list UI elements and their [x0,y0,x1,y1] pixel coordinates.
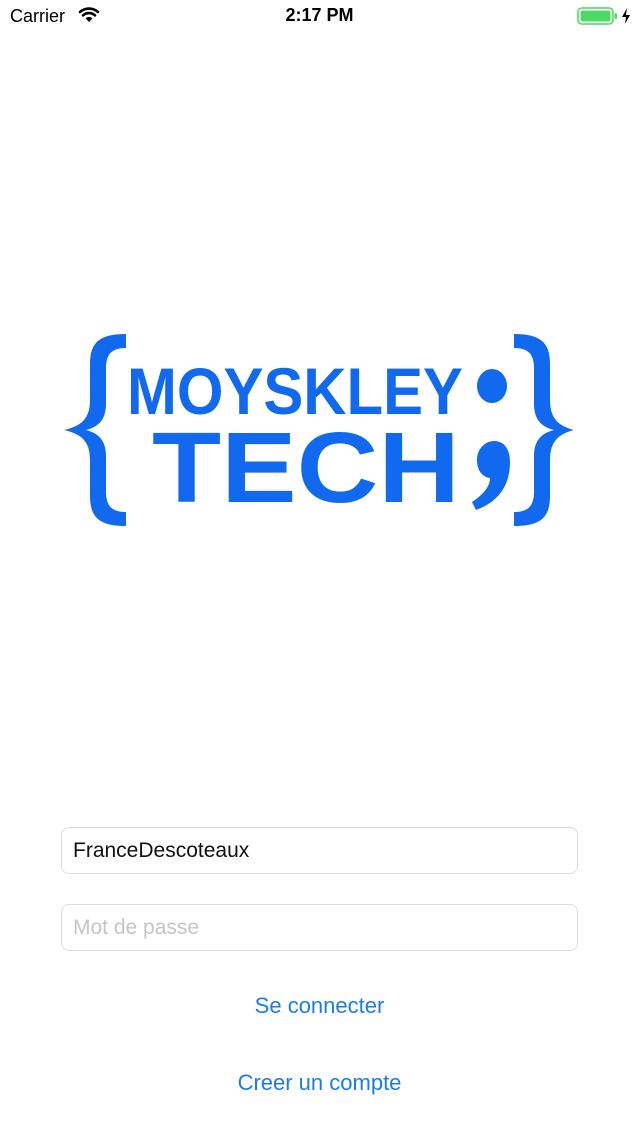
charging-bolt-icon [620,7,632,25]
semicolon-dot-icon [477,369,507,403]
semicolon-comma-icon [472,441,510,510]
status-time: 2:17 PM [285,5,354,25]
password-field[interactable] [61,904,578,951]
battery-icon [577,7,619,25]
login-screen: Carrier 2:17 PM MOYSKLEY TECH FranceDesc… [0,0,639,1136]
status-bar: Carrier 2:17 PM [0,0,639,34]
login-button[interactable]: Se connecter [0,990,639,1022]
create-account-button[interactable]: Creer un compte [0,1067,639,1099]
logo-line-2: TECH [152,412,460,524]
right-brace-icon [514,334,574,526]
username-field[interactable] [61,827,578,874]
left-brace-icon [64,334,126,526]
moyskley-tech-logo: MOYSKLEY TECH [60,330,580,530]
